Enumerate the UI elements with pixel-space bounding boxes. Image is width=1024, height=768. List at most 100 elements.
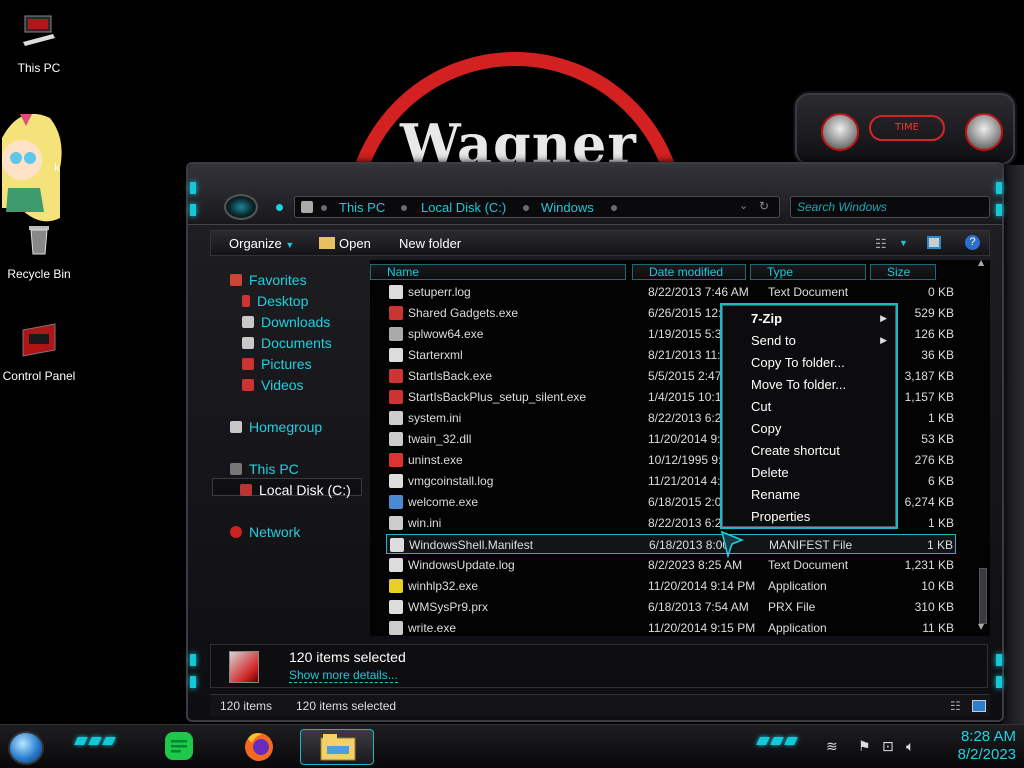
breadcrumb-local-disk[interactable]: Local Disk (C:) [421,200,506,215]
nav-videos[interactable]: Videos [242,377,304,393]
scroll-down-icon: ▼ [978,622,985,631]
large-icons-view-icon[interactable] [972,700,986,712]
menu-item-copy-to-folder[interactable]: Copy To folder... [751,355,845,370]
file-row[interactable]: WindowsUpdate.log 8/2/2023 8:25 AM Text Do… [386,555,956,575]
file-type: PRX File [768,600,816,614]
menu-item-create-shortcut[interactable]: Create shortcut [751,443,840,458]
star-icon [230,274,242,286]
file-date: 8/22/2013 6:25 [648,516,729,530]
back-button[interactable] [224,194,258,220]
file-icon [389,453,403,467]
details-pane: 120 items selected Show more details... [210,644,988,688]
start-button[interactable] [8,731,44,765]
computer-icon [230,463,242,475]
menu-item-rename[interactable]: Rename [751,487,800,502]
nav-homegroup[interactable]: Homegroup [230,419,322,435]
breadcrumb-windows[interactable]: Windows [541,200,594,215]
taskbar-app-notes[interactable] [158,729,200,765]
nav-local-disk[interactable]: Local Disk (C:) [240,482,351,498]
nav-desktop[interactable]: Desktop [242,293,308,309]
file-name: Shared Gadgets.exe [408,306,519,320]
file-date: 6/18/2015 2:04 [648,495,729,509]
desktop-icon-control-panel[interactable]: Control Panel [0,320,78,383]
taskbar-led [770,737,784,745]
volume-icon[interactable]: 🔈︎ [906,739,914,755]
gadget-label: TIME [869,115,945,141]
column-date-modified[interactable]: Date modified [632,264,746,280]
file-size: 1,157 KB [904,390,954,404]
menu-item-move-to-folder[interactable]: Move To folder... [751,377,846,392]
taskbar-app-file-explorer[interactable] [300,729,374,765]
file-icon [389,600,403,614]
file-name: setuperr.log [408,285,471,299]
show-hidden-icons-icon[interactable]: ≋ [826,739,838,755]
command-bar: Organize ▼ Open New folder ☷ ▼ ? [210,230,990,256]
scrollbar-thumb[interactable] [979,568,987,624]
taskbar-clock[interactable]: 8:28 AM 8/2/2023 [936,728,1016,764]
file-list-scrollbar[interactable]: ▲ ▼ [976,258,990,634]
help-icon[interactable]: ? [965,235,980,250]
file-name: twain_32.dll [408,432,472,446]
file-row[interactable]: write.exe 11/20/2014 9:15 PM Application 11… [386,618,956,636]
file-type: MANIFEST File [769,538,853,552]
search-input[interactable]: Search Windows [790,196,990,218]
file-row[interactable]: WMSysPr9.prx 6/18/2013 7:54 AM PRX File 310… [386,597,956,617]
context-menu: 7-Zip ▶ Send to ▶ Copy To folder... Move… [722,305,896,527]
clock-date: 8/2/2023 [957,746,1016,763]
file-date: 11/20/2014 9:15 PM [648,621,756,635]
chevron-down-icon[interactable]: ⌄ [739,199,748,212]
desktop-icon-character[interactable]: k [0,108,64,228]
nav-favorites[interactable]: Favorites [230,272,307,288]
menu-item-7zip[interactable]: 7-Zip [751,311,782,326]
desktop-icon-this-pc[interactable]: This PC [0,12,78,75]
clock-gadget[interactable]: TIME [795,93,1015,165]
desktop-icon [242,295,250,307]
menu-item-send-to[interactable]: Send to [751,333,796,348]
recent-locations-icon[interactable] [276,204,283,211]
nav-downloads[interactable]: Downloads [242,314,330,330]
open-button[interactable]: Open [319,236,371,251]
file-row[interactable]: WindowsShell.Manifest 6/18/2013 8:00 MANIF… [386,534,956,554]
desktop-icon-label: This PC [17,61,61,75]
column-name[interactable]: Name [370,264,626,280]
file-size: 6 KB [927,474,954,488]
file-name: StartIsBackPlus_setup_silent.exe [408,390,587,404]
column-type[interactable]: Type [750,264,866,280]
file-row[interactable]: winhlp32.exe 11/20/2014 9:14 PM Applicatio… [386,576,956,596]
nav-network[interactable]: Network [230,524,300,540]
menu-item-cut[interactable]: Cut [751,399,771,414]
show-more-details-link[interactable]: Show more details... [289,668,398,683]
preview-pane-icon[interactable] [927,236,941,249]
menu-item-copy[interactable]: Copy [751,421,781,436]
file-size: 10 KB [921,579,954,593]
control-panel-icon [22,323,56,357]
column-size[interactable]: Size [870,264,936,280]
nav-this-pc[interactable]: This PC [230,461,299,477]
firefox-icon [245,733,273,761]
taskbar: ≋ ⚑ ⊡ 🔈︎ 8:28 AM 8/2/2023 [0,724,1024,768]
organize-button[interactable]: Organize ▼ [229,236,294,251]
menu-item-delete[interactable]: Delete [751,465,789,480]
desktop-icon-recycle-bin[interactable]: Recycle Bin [0,218,78,281]
chevron-down-icon[interactable]: ▼ [899,238,908,248]
refresh-icon[interactable]: ↻ [759,199,769,213]
network-icon[interactable]: ⊡ [882,739,894,755]
file-date: 5/5/2015 2:47 F [648,369,733,383]
nav-documents[interactable]: Documents [242,335,332,351]
menu-item-properties[interactable]: Properties [751,509,810,524]
taskbar-led [784,737,798,745]
file-icon [389,348,403,362]
address-bar[interactable]: This PC Local Disk (C:) Windows ⌄ ↻ [294,196,780,218]
details-view-icon[interactable]: ☷ [950,699,961,713]
nav-pictures[interactable]: Pictures [242,356,312,372]
file-row[interactable]: setuperr.log 8/22/2013 7:46 AM Text Docume… [386,282,956,302]
file-date: 11/21/2014 4:28 [648,474,734,488]
status-bar: 120 items 120 items selected ☷ [210,694,990,716]
new-folder-button[interactable]: New folder [399,236,461,251]
breadcrumb-this-pc[interactable]: This PC [339,200,385,215]
window-edge-led [996,676,1002,688]
action-center-flag-icon[interactable]: ⚑ [858,739,871,755]
taskbar-app-firefox[interactable] [238,729,280,765]
view-options-icon[interactable]: ☷ [875,236,887,252]
desktop-icon-label: Control Panel [2,369,76,383]
